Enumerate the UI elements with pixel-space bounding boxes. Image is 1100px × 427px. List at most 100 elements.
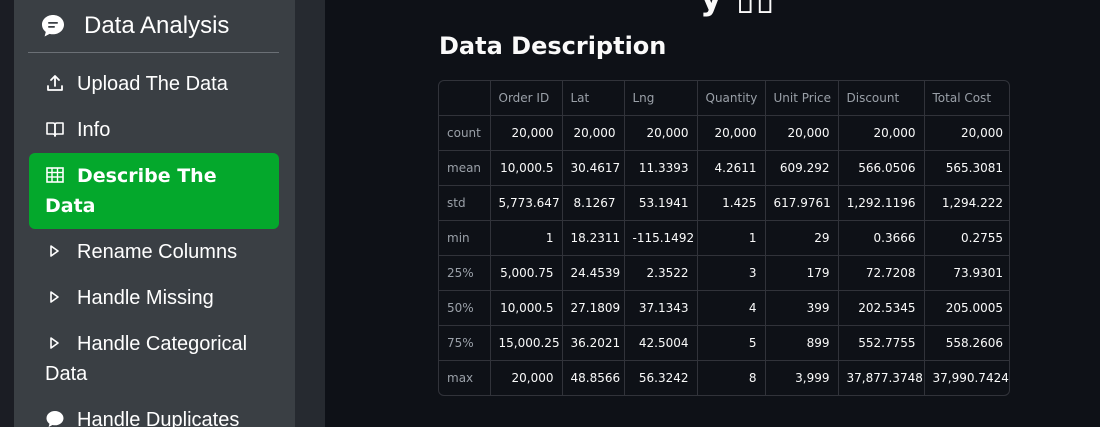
column-header[interactable]: Lng bbox=[624, 81, 698, 116]
app-window: Data Analysis Upload The Data Info Descr… bbox=[0, 0, 1100, 427]
row-label[interactable]: min bbox=[439, 220, 491, 256]
table-cell[interactable]: 18.2311 bbox=[562, 220, 625, 256]
table-row: std 5,773.647 8.1267 53.1941 1.425 617.9761 1,… bbox=[439, 185, 1009, 221]
column-header[interactable]: Lat bbox=[562, 81, 625, 116]
table-header-row: Order ID Lat Lng Quantity Unit Price Dis… bbox=[439, 81, 1009, 116]
row-label[interactable]: count bbox=[439, 115, 491, 151]
table-row: count 20,000 20,000 20,000 20,000 20,000 20,00… bbox=[439, 115, 1009, 151]
sidebar-item-duplicates[interactable]: Handle Duplicates bbox=[29, 405, 279, 427]
table-cell[interactable]: 20,000 bbox=[765, 115, 839, 151]
upload-icon bbox=[45, 72, 65, 92]
sidebar-item-describe[interactable]: Describe The Data bbox=[29, 153, 279, 229]
row-label[interactable]: std bbox=[439, 185, 491, 221]
sidebar-item-label: Rename Columns bbox=[77, 241, 238, 263]
table-cell[interactable]: 10,000.5 bbox=[490, 150, 563, 186]
table-cell[interactable]: 20,000 bbox=[490, 115, 563, 151]
table-cell[interactable]: 10,000.5 bbox=[490, 290, 563, 326]
table-cell[interactable]: 4 bbox=[697, 290, 766, 326]
table-cell[interactable]: 20,000 bbox=[562, 115, 625, 151]
column-header[interactable]: Discount bbox=[838, 81, 925, 116]
table-cell[interactable]: 899 bbox=[765, 325, 839, 361]
caret-right-icon bbox=[45, 286, 65, 306]
table-cell[interactable]: 0.2755 bbox=[924, 220, 1009, 256]
table-cell[interactable]: 36.2021 bbox=[562, 325, 625, 361]
table-cell[interactable]: 53.1941 bbox=[624, 185, 698, 221]
table-cell[interactable]: 30.4617 bbox=[562, 150, 625, 186]
table-cell[interactable]: 42.5004 bbox=[624, 325, 698, 361]
table-cell[interactable]: 29 bbox=[765, 220, 839, 256]
section-title: Data Description bbox=[439, 32, 667, 60]
table-cell[interactable]: 15,000.25 bbox=[490, 325, 563, 361]
sidebar-item-label: Describe The Data bbox=[45, 165, 217, 217]
table-cell[interactable]: 20,000 bbox=[490, 360, 563, 395]
table-cell[interactable]: 27.1809 bbox=[562, 290, 625, 326]
table-cell[interactable]: 37,877.3748 bbox=[838, 360, 925, 395]
table-cell[interactable]: 1,294.222 bbox=[924, 185, 1009, 221]
table-cell[interactable]: 5,773.647 bbox=[490, 185, 563, 221]
sidebar-item-categorical[interactable]: Handle Categorical Data bbox=[29, 329, 269, 389]
table-cell[interactable]: 0.3666 bbox=[838, 220, 925, 256]
row-label[interactable]: 25% bbox=[439, 255, 491, 291]
row-label[interactable]: max bbox=[439, 360, 491, 395]
sidebar-item-label: Upload The Data bbox=[77, 73, 228, 95]
table-cell[interactable]: 37,990.7424 bbox=[924, 361, 1009, 396]
table-row: max 20,000 48.8566 56.3242 8 3,999 37,877.3748… bbox=[439, 360, 1009, 396]
sidebar-item-label: Handle Categorical Data bbox=[45, 333, 248, 385]
window-edge bbox=[0, 0, 14, 427]
sidebar-item-label: Handle Duplicates bbox=[77, 409, 240, 427]
table-cell[interactable]: 609.292 bbox=[765, 150, 839, 186]
table-cell[interactable]: 4.2611 bbox=[697, 150, 766, 186]
table-cell[interactable]: 48.8566 bbox=[562, 360, 625, 395]
row-label[interactable]: mean bbox=[439, 150, 491, 186]
table-cell[interactable]: 552.7755 bbox=[838, 325, 925, 361]
table-cell[interactable]: 179 bbox=[765, 255, 839, 291]
table-cell[interactable]: 558.2606 bbox=[924, 325, 1009, 361]
table-cell[interactable]: 399 bbox=[765, 290, 839, 326]
table-cell[interactable]: 56.3242 bbox=[624, 360, 698, 395]
column-header[interactable]: Order ID bbox=[490, 81, 563, 116]
table-cell[interactable]: 3,999 bbox=[765, 360, 839, 395]
chat-icon bbox=[45, 408, 65, 427]
table-cell[interactable]: 8 bbox=[697, 360, 766, 395]
sidebar-item-upload[interactable]: Upload The Data bbox=[29, 69, 279, 99]
book-icon bbox=[45, 118, 65, 138]
table-cell[interactable]: 205.0005 bbox=[924, 290, 1009, 326]
table-row: 50% 10,000.5 27.1809 37.1343 4 399 202.5345 205… bbox=[439, 290, 1009, 326]
sidebar-item-rename[interactable]: Rename Columns bbox=[29, 237, 279, 267]
table-cell[interactable]: 1 bbox=[697, 220, 766, 256]
sidebar-item-info[interactable]: Info bbox=[29, 115, 279, 145]
table-cell[interactable]: 566.0506 bbox=[838, 150, 925, 186]
table-cell[interactable]: 20,000 bbox=[624, 115, 698, 151]
row-label[interactable]: 75% bbox=[439, 325, 491, 361]
table-cell[interactable]: 20,000 bbox=[838, 115, 925, 151]
table-cell[interactable]: 37.1343 bbox=[624, 290, 698, 326]
table-cell[interactable]: 5,000.75 bbox=[490, 255, 563, 291]
chat-bubble-icon bbox=[40, 13, 66, 39]
column-header[interactable]: Total Cost bbox=[924, 81, 1009, 116]
sidebar-item-missing[interactable]: Handle Missing bbox=[29, 283, 279, 313]
table-cell[interactable]: 11.3393 bbox=[624, 150, 698, 186]
table-cell[interactable]: 2.3522 bbox=[624, 255, 698, 291]
table-cell[interactable]: 1.425 bbox=[697, 185, 766, 221]
table-cell[interactable]: 565.3081 bbox=[924, 150, 1009, 186]
table-cell[interactable]: 5 bbox=[697, 325, 766, 361]
table-row: 25% 5,000.75 24.4539 2.3522 3 179 72.7208 73.93… bbox=[439, 255, 1009, 291]
table-cell[interactable]: 72.7208 bbox=[838, 255, 925, 291]
table-cell[interactable]: 1,292.1196 bbox=[838, 185, 925, 221]
table-cell[interactable]: 617.9761 bbox=[765, 185, 839, 221]
table-cell[interactable]: 1 bbox=[490, 220, 563, 256]
column-header[interactable] bbox=[439, 81, 491, 116]
table-cell[interactable]: 20,000 bbox=[697, 115, 766, 151]
table-cell[interactable]: 8.1267 bbox=[562, 185, 625, 221]
sidebar: Data Analysis Upload The Data Info Descr… bbox=[14, 0, 295, 427]
column-header[interactable]: Unit Price bbox=[765, 81, 839, 116]
column-header[interactable]: Quantity bbox=[697, 81, 766, 116]
table-cell[interactable]: 73.9301 bbox=[924, 255, 1009, 291]
row-label[interactable]: 50% bbox=[439, 290, 491, 326]
table-cell[interactable]: 20,000 bbox=[924, 115, 1009, 151]
sidebar-item-label: Info bbox=[77, 119, 111, 141]
table-cell[interactable]: -115.1492 bbox=[624, 220, 698, 256]
table-cell[interactable]: 24.4539 bbox=[562, 255, 625, 291]
table-cell[interactable]: 3 bbox=[697, 255, 766, 291]
table-cell[interactable]: 202.5345 bbox=[838, 290, 925, 326]
